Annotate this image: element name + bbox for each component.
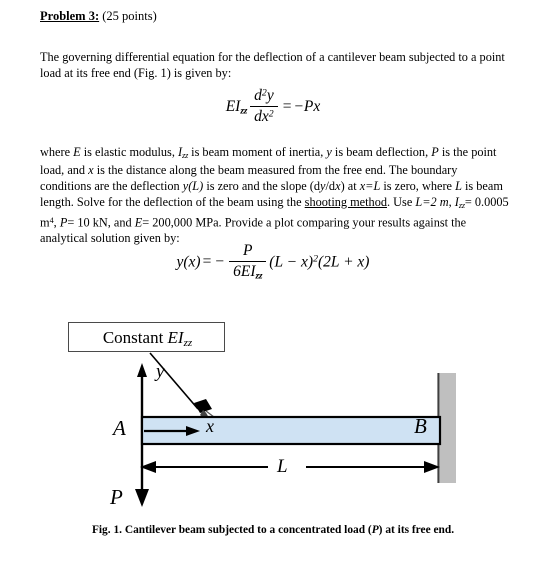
analytical-solution-equation: y(x) = − P 6EIzz (L − x)2(2L + x) bbox=[0, 242, 546, 282]
caption-prefix: Fig. 1. Cantilever beam subjected to a c… bbox=[91, 524, 372, 536]
load-arrowhead bbox=[135, 489, 149, 507]
where-text-1: where bbox=[40, 145, 74, 159]
problem-heading: Problem 3: (25 points) bbox=[40, 9, 157, 24]
value-L: L=2 m bbox=[415, 194, 449, 209]
problem-label: Problem 3: bbox=[40, 9, 100, 23]
symbol-L: L bbox=[455, 178, 462, 193]
figure-caption: Fig. 1. Cantilever beam subjected to a c… bbox=[0, 524, 546, 536]
where-text-10: /d bbox=[325, 178, 336, 193]
cantilever-beam-figure: Constant EIzz y x A B L P bbox=[0, 305, 546, 520]
callout-subscript: zz bbox=[183, 336, 193, 349]
condition-x-equals-L: x=L bbox=[359, 178, 381, 193]
label-length-L: L bbox=[277, 456, 288, 477]
intro-paragraph: The governing differential equation for … bbox=[40, 50, 510, 81]
where-text-8: are the deflection bbox=[94, 178, 183, 193]
second-derivative-fraction: d2y dx2 bbox=[250, 87, 278, 126]
document-page: Problem 3: (25 points) The governing dif… bbox=[0, 0, 546, 564]
where-text-2: is elastic modulus, bbox=[80, 145, 178, 159]
callout-prefix: Constant bbox=[102, 328, 168, 347]
symbol-yL: y(L) bbox=[182, 178, 204, 193]
where-text-4: is beam deflection, bbox=[331, 145, 432, 159]
fixed-support-wall bbox=[440, 373, 456, 483]
fraction-numerator: d2y bbox=[250, 87, 278, 106]
denominator-dx: dx bbox=[254, 108, 269, 125]
constant-ei-callout-text: Constant EIzz bbox=[69, 323, 226, 353]
governing-equation-expression: EIzz d2y dx2 = −Px bbox=[225, 87, 321, 127]
governing-equals: = bbox=[282, 98, 292, 116]
caption-suffix: ) at its free end. bbox=[378, 524, 455, 536]
caption-symbol: P bbox=[371, 524, 379, 536]
governing-rhs: −Px bbox=[293, 98, 321, 116]
where-text-18: kN, and bbox=[92, 215, 135, 230]
intro-line-2: load at its free end (Fig. 1) is given b… bbox=[40, 65, 232, 80]
label-node-B: B bbox=[414, 414, 427, 438]
analytic-minus-sign: − bbox=[215, 253, 225, 271]
governing-lhs-coefficient: EI bbox=[225, 98, 241, 116]
value-P: = 10 bbox=[67, 215, 90, 230]
callout-symbol: EI bbox=[167, 328, 184, 347]
analytic-denominator: 6EIzz bbox=[229, 261, 267, 282]
label-load-P: P bbox=[110, 485, 123, 509]
where-paragraph: where E is elastic modulus, Izz is beam … bbox=[40, 145, 510, 247]
analytical-equation-expression: y(x) = − P 6EIzz (L − x)2(2L + x) bbox=[176, 242, 370, 282]
symbol-E: E bbox=[73, 145, 81, 159]
y-axis-arrowhead bbox=[137, 363, 147, 377]
analytic-lhs: y(x) bbox=[176, 253, 201, 271]
where-text-14: for the deflection of the beam using the bbox=[107, 194, 305, 209]
analytic-numerator: P bbox=[242, 242, 253, 259]
denominator-exponent: 2 bbox=[268, 108, 274, 120]
fraction-denominator: dx2 bbox=[250, 106, 278, 126]
where-text-15: . Use bbox=[387, 194, 416, 209]
analytic-factor-2: (2L + x) bbox=[317, 253, 370, 271]
analytic-fraction: P 6EIzz bbox=[229, 242, 267, 282]
analytic-factor-1: (L − x) bbox=[269, 253, 314, 271]
where-text-5: is the point bbox=[438, 145, 497, 159]
where-text-12: is zero, where bbox=[380, 178, 456, 193]
label-y-axis: y bbox=[156, 361, 165, 382]
numerator-variable: y bbox=[266, 87, 274, 104]
where-text-6: load, and bbox=[40, 163, 89, 178]
shooting-method-term: shooting method bbox=[304, 194, 387, 209]
analytic-denominator-coefficient: 6EI bbox=[233, 263, 256, 280]
intro-line-1: The governing differential equation for … bbox=[40, 50, 505, 64]
where-text-11: ) at bbox=[340, 178, 360, 193]
where-text-3: is beam moment of inertia, bbox=[188, 145, 327, 159]
analytic-equals: = bbox=[202, 253, 212, 271]
label-node-A: A bbox=[113, 416, 126, 440]
label-x-axis: x bbox=[206, 416, 214, 436]
problem-points: (25 points) bbox=[102, 9, 157, 23]
symbol-P: P bbox=[431, 145, 439, 159]
analytic-denominator-subscript: zz bbox=[255, 271, 263, 282]
where-text-9: is zero and the slope (d bbox=[203, 178, 321, 193]
governing-equation: EIzz d2y dx2 = −Px bbox=[0, 87, 546, 127]
governing-lhs-subscript: zz bbox=[240, 106, 248, 117]
constant-ei-callout-box: Constant EIzz bbox=[68, 322, 225, 352]
numerator-d: d bbox=[254, 87, 262, 104]
